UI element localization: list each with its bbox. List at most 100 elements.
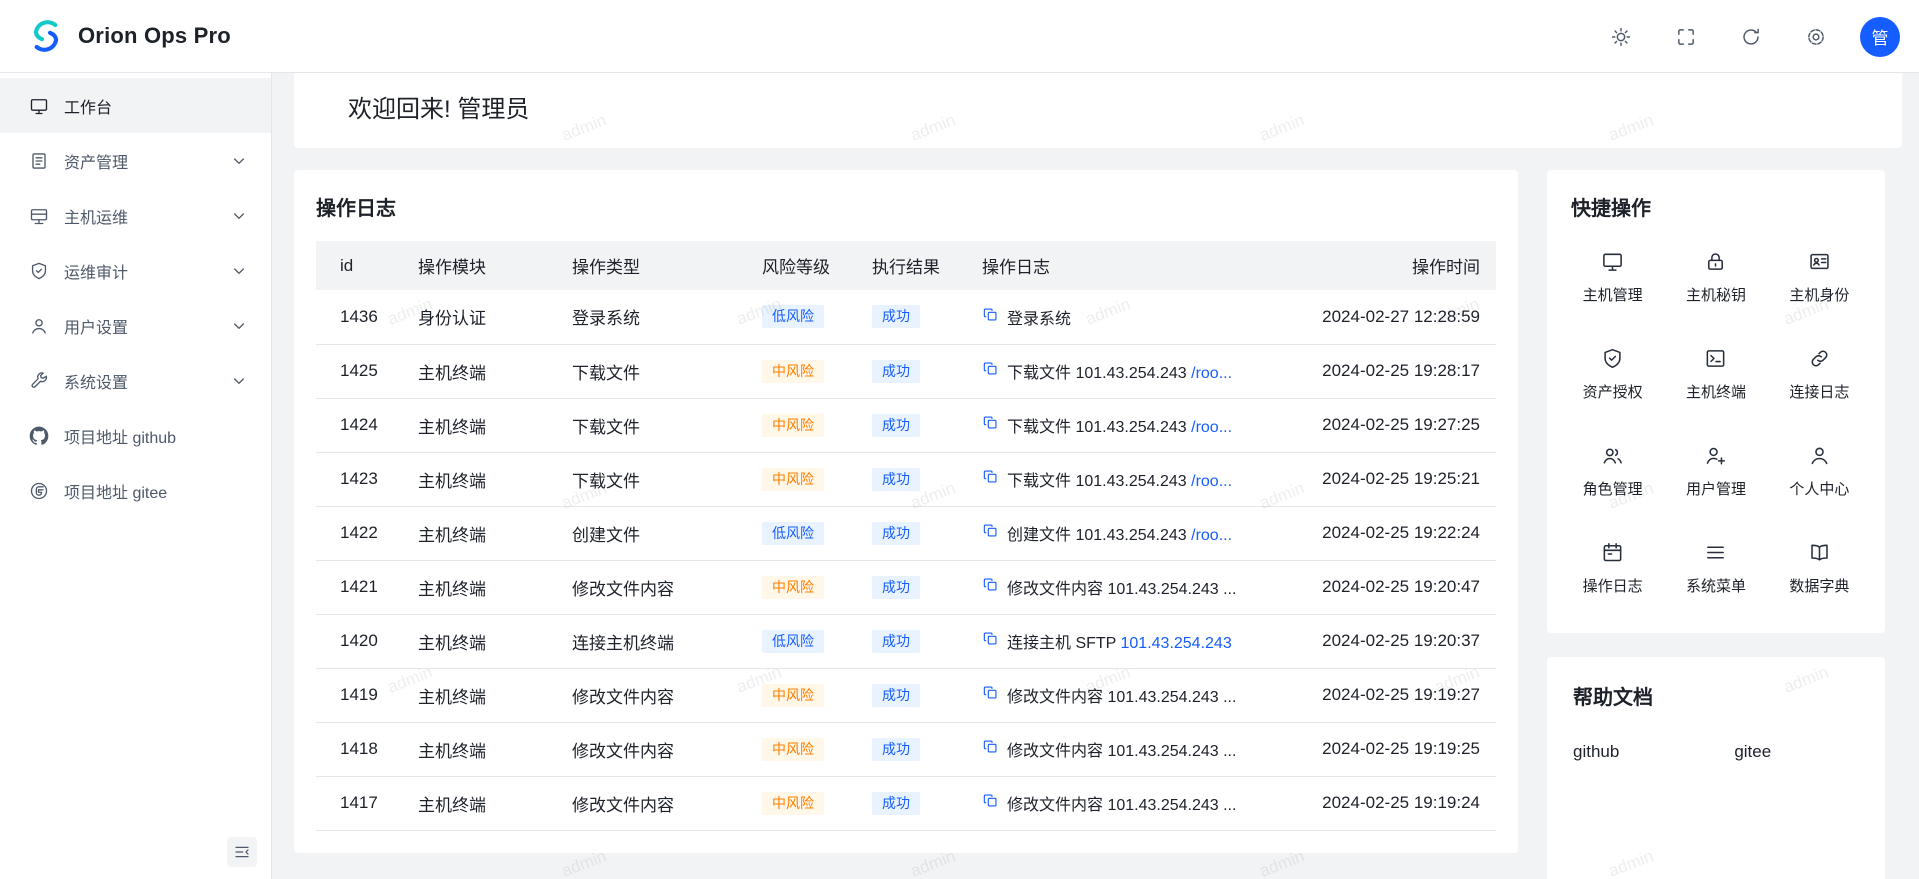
menu-icon [1704, 541, 1727, 564]
quick-action-host-management[interactable]: 主机管理 [1561, 229, 1664, 326]
log-result-cell: 成功 [856, 398, 966, 452]
sidebar-item-gitee-link[interactable]: 项目地址 gitee [0, 463, 271, 518]
log-table-row: 1422主机终端创建文件低风险成功创建文件 101.43.254.243 /ro… [316, 506, 1496, 560]
operation-log-table: id操作模块操作类型风险等级执行结果操作日志操作时间 1436身份认证登录系统低… [316, 241, 1496, 831]
copy-icon[interactable] [982, 630, 999, 652]
sidebar-item-label: 运维审计 [64, 259, 229, 283]
copy-icon[interactable] [982, 522, 999, 544]
quick-action-personal-center[interactable]: 个人中心 [1768, 423, 1871, 520]
operation-log-title: 操作日志 [316, 192, 1496, 221]
copy-icon[interactable] [982, 468, 999, 490]
copy-icon[interactable] [982, 306, 999, 328]
log-table-row: 1417主机终端修改文件内容中风险成功修改文件内容 101.43.254.243… [316, 776, 1496, 830]
result-badge: 成功 [872, 792, 920, 815]
copy-icon[interactable] [982, 576, 999, 598]
log-id-cell: 1417 [316, 776, 402, 830]
log-id-cell: 1425 [316, 344, 402, 398]
log-result-cell: 成功 [856, 290, 966, 344]
log-table-row: 1423主机终端下载文件中风险成功下载文件 101.43.254.243 /ro… [316, 452, 1496, 506]
help-link-gitee[interactable]: gitee [1734, 742, 1771, 762]
quick-action-host-identity[interactable]: 主机身份 [1768, 229, 1871, 326]
user-avatar[interactable]: 管 [1860, 17, 1900, 57]
quick-action-host-keys[interactable]: 主机秘钥 [1664, 229, 1767, 326]
result-badge: 成功 [872, 684, 920, 707]
result-badge: 成功 [872, 522, 920, 545]
sidebar: 工作台资产管理主机运维运维审计用户设置系统设置项目地址 github项目地址 g… [0, 73, 272, 879]
copy-icon[interactable] [982, 360, 999, 382]
log-link[interactable]: /roo... [1191, 473, 1232, 490]
quick-action-user-management[interactable]: 用户管理 [1664, 423, 1767, 520]
log-text: 下载文件 101.43.254.243 /roo... [1007, 359, 1232, 383]
chevron-down-icon [229, 261, 249, 281]
quick-action-operation-log[interactable]: 操作日志 [1561, 520, 1664, 617]
log-module-cell: 主机终端 [402, 722, 556, 776]
sidebar-item-asset-management[interactable]: 资产管理 [0, 133, 271, 188]
sidebar-item-label: 主机运维 [64, 204, 229, 228]
log-link[interactable]: /roo... [1191, 365, 1232, 382]
log-text: 修改文件内容 101.43.254.243 ... [1007, 575, 1236, 599]
log-time-cell: 2024-02-25 19:28:17 [1306, 344, 1496, 398]
log-column-header: 风险等级 [746, 241, 856, 290]
log-link[interactable]: 101.43.254.243 [1121, 635, 1232, 652]
log-column-header: 操作类型 [556, 241, 746, 290]
shield-icon [1601, 347, 1624, 370]
copy-icon[interactable] [982, 792, 999, 814]
log-table-row: 1436身份认证登录系统低风险成功登录系统2024-02-27 12:28:59 [316, 290, 1496, 344]
fullscreen-button[interactable] [1675, 26, 1697, 48]
sidebar-collapse-button[interactable] [227, 837, 257, 867]
result-badge: 成功 [872, 576, 920, 599]
quick-actions-title: 快捷操作 [1561, 192, 1871, 221]
log-link[interactable]: /roo... [1191, 527, 1232, 544]
sidebar-item-label: 系统设置 [64, 369, 229, 393]
sidebar-item-ops-audit[interactable]: 运维审计 [0, 243, 271, 298]
log-detail-cell: 下载文件 101.43.254.243 /roo... [966, 452, 1306, 506]
sidebar-item-host-ops[interactable]: 主机运维 [0, 188, 271, 243]
log-risk-cell: 中风险 [746, 344, 856, 398]
copy-icon[interactable] [982, 414, 999, 436]
log-table-row: 1420主机终端连接主机终端低风险成功连接主机 SFTP 101.43.254.… [316, 614, 1496, 668]
log-module-cell: 主机终端 [402, 668, 556, 722]
log-time-cell: 2024-02-27 12:28:59 [1306, 290, 1496, 344]
log-type-cell: 创建文件 [556, 506, 746, 560]
sidebar-menu: 工作台资产管理主机运维运维审计用户设置系统设置项目地址 github项目地址 g… [0, 73, 271, 518]
refresh-button[interactable] [1740, 26, 1762, 48]
log-text: 下载文件 101.43.254.243 /roo... [1007, 467, 1232, 491]
log-detail-cell: 连接主机 SFTP 101.43.254.243 [966, 614, 1306, 668]
log-text: 创建文件 101.43.254.243 /roo... [1007, 521, 1232, 545]
copy-icon[interactable] [982, 684, 999, 706]
log-id-cell: 1419 [316, 668, 402, 722]
operation-log-card: 操作日志 id操作模块操作类型风险等级执行结果操作日志操作时间 1436身份认证… [294, 170, 1518, 853]
quick-action-host-terminal[interactable]: 主机终端 [1664, 326, 1767, 423]
help-links: github gitee [1573, 742, 1859, 762]
log-module-cell: 主机终端 [402, 560, 556, 614]
quick-action-data-dictionary[interactable]: 数据字典 [1768, 520, 1871, 617]
log-id-cell: 1436 [316, 290, 402, 344]
settings-button[interactable] [1805, 26, 1827, 48]
user-icon [29, 316, 49, 336]
log-column-header: 操作模块 [402, 241, 556, 290]
log-time-cell: 2024-02-25 19:27:25 [1306, 398, 1496, 452]
risk-badge: 中风险 [762, 360, 824, 383]
log-link[interactable]: /roo... [1191, 419, 1232, 436]
sidebar-item-system-settings[interactable]: 系统设置 [0, 353, 271, 408]
risk-badge: 中风险 [762, 468, 824, 491]
sidebar-item-user-settings[interactable]: 用户设置 [0, 298, 271, 353]
theme-toggle-button[interactable] [1610, 26, 1632, 48]
log-text: 修改文件内容 101.43.254.243 ... [1007, 683, 1236, 707]
quick-action-role-management[interactable]: 角色管理 [1561, 423, 1664, 520]
quick-action-connection-log[interactable]: 连接日志 [1768, 326, 1871, 423]
log-result-cell: 成功 [856, 668, 966, 722]
log-detail-cell: 修改文件内容 101.43.254.243 ... [966, 668, 1306, 722]
app-logo[interactable]: Orion Ops Pro [0, 16, 231, 56]
log-module-cell: 主机终端 [402, 776, 556, 830]
sidebar-item-github-link[interactable]: 项目地址 github [0, 408, 271, 463]
quick-action-system-menu[interactable]: 系统菜单 [1664, 520, 1767, 617]
sidebar-item-workbench[interactable]: 工作台 [0, 78, 271, 133]
log-type-cell: 修改文件内容 [556, 776, 746, 830]
help-link-github[interactable]: github [1573, 742, 1619, 762]
copy-icon[interactable] [982, 738, 999, 760]
quick-action-asset-authorization[interactable]: 资产授权 [1561, 326, 1664, 423]
result-badge: 成功 [872, 738, 920, 761]
log-time-cell: 2024-02-25 19:19:27 [1306, 668, 1496, 722]
risk-badge: 低风险 [762, 630, 824, 653]
